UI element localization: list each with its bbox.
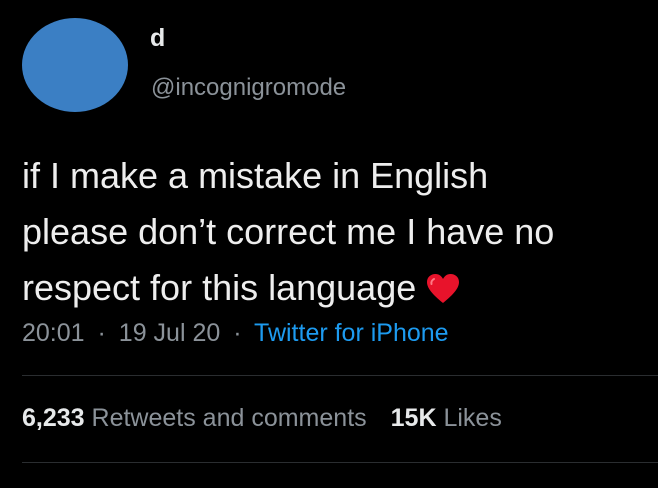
likes-count: 15K bbox=[390, 404, 437, 432]
divider bbox=[22, 462, 658, 463]
tweet-source-link[interactable]: Twitter for iPhone bbox=[254, 319, 449, 347]
tweet-card: d @incognigromode if I make a mistake in… bbox=[0, 0, 658, 488]
tweet-text-line-last: respect for this language bbox=[22, 260, 658, 316]
tweet-text-line: if I make a mistake in English bbox=[22, 155, 489, 196]
divider bbox=[22, 375, 658, 376]
tweet-text-line: respect for this language bbox=[22, 267, 417, 308]
tweet-meta: 20:01 · 19 Jul 20 · Twitter for iPhone bbox=[22, 318, 449, 348]
meta-separator: · bbox=[233, 319, 242, 347]
likes-stat[interactable]: 15K Likes bbox=[391, 404, 502, 432]
red-heart-icon bbox=[426, 265, 460, 321]
tweet-stats: 6,233 Retweets and comments 15K Likes bbox=[22, 403, 502, 433]
meta-separator: · bbox=[97, 319, 106, 347]
tweet-time: 20:01 bbox=[22, 319, 85, 347]
tweet-date: 19 Jul 20 bbox=[118, 319, 221, 347]
retweets-stat[interactable]: 6,233 Retweets and comments bbox=[22, 404, 367, 432]
retweets-count: 6,233 bbox=[22, 404, 85, 432]
tweet-text-line: please don’t correct me I have no bbox=[22, 211, 555, 252]
display-name[interactable]: d bbox=[150, 26, 165, 51]
likes-label: Likes bbox=[443, 404, 502, 432]
retweets-label: Retweets and comments bbox=[91, 404, 367, 432]
avatar[interactable] bbox=[22, 18, 128, 112]
user-handle[interactable]: @incognigromode bbox=[151, 76, 346, 100]
tweet-text: if I make a mistake in English please do… bbox=[22, 148, 658, 316]
